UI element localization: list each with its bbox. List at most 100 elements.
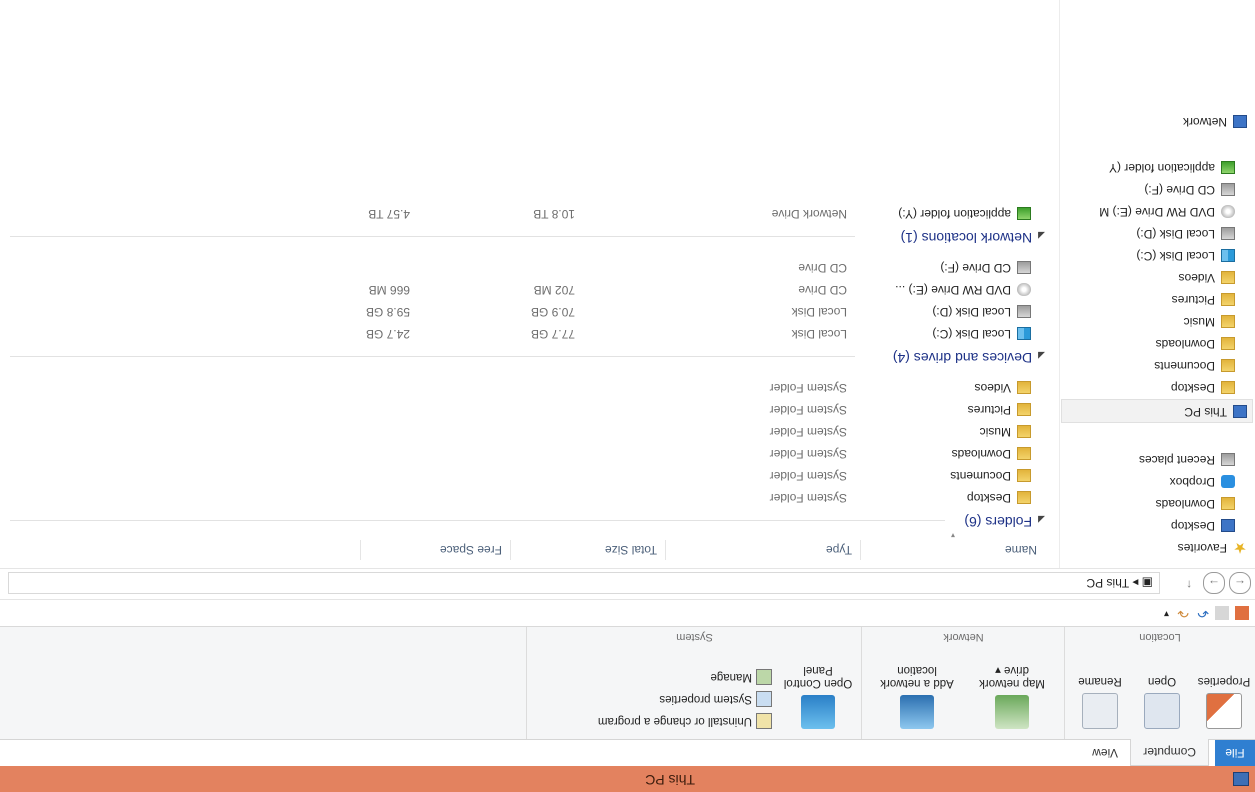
music-folder-icon	[1017, 424, 1031, 438]
rename-icon	[1082, 693, 1118, 729]
nav-fav-desktop[interactable]: Desktop	[1171, 516, 1235, 536]
nav-pc-local-disk-c[interactable]: Local Disk (C:)	[1136, 246, 1235, 266]
new-folder-icon[interactable]	[1215, 606, 1229, 620]
address-bar: ← → ↑ ▣ ▸ This PC	[0, 568, 1255, 599]
system-group-label: System	[676, 631, 713, 643]
location-group-label: Location	[1139, 631, 1181, 643]
up-icon[interactable]: ↑	[1179, 574, 1199, 594]
app-icon	[1233, 772, 1249, 786]
uninstall-program-button[interactable]: Uninstall or change a program	[598, 711, 772, 731]
cd-drive-icon	[1221, 182, 1235, 196]
collapse-triangle-icon: ◢	[1038, 515, 1045, 525]
nav-network[interactable]: Network	[1183, 112, 1247, 132]
nav-pc-pictures[interactable]: Pictures	[1172, 290, 1235, 310]
rename-button[interactable]: Rename	[1071, 674, 1129, 733]
list-item[interactable]: Videos System Folder	[5, 378, 1045, 398]
videos-folder-icon	[1221, 270, 1235, 284]
pictures-folder-icon	[1221, 292, 1235, 306]
tab-view[interactable]: View	[1080, 740, 1130, 766]
tab-file[interactable]: File	[1215, 740, 1255, 766]
nav-pc-downloads[interactable]: Downloads	[1156, 334, 1235, 354]
sort-arrow-icon: ▾	[950, 531, 955, 540]
properties-icon[interactable]	[1235, 606, 1249, 620]
title-bar: This PC	[0, 766, 1255, 792]
recent-places-icon	[1221, 452, 1235, 466]
programs-icon	[756, 713, 772, 730]
tab-computer[interactable]: Computer	[1130, 739, 1209, 766]
group-header-devices[interactable]: ◢Devices and drives (4)	[893, 348, 1045, 368]
manage-button[interactable]: Manage	[710, 667, 772, 687]
column-header-type[interactable]: Type	[665, 540, 860, 560]
system-properties-button[interactable]: System properties	[659, 689, 772, 709]
nav-pc-cd-drive-f[interactable]: CD Drive (F:)	[1144, 180, 1235, 200]
list-item[interactable]: Pictures System Folder	[5, 400, 1045, 420]
open-button[interactable]: Open	[1133, 674, 1191, 733]
network-icon	[1233, 114, 1247, 128]
column-header-name[interactable]: Name	[860, 540, 1045, 560]
back-icon[interactable]: ←	[1229, 572, 1251, 594]
nav-favorites[interactable]: ★Favorites	[1178, 538, 1247, 558]
computer-icon: ▣	[1141, 576, 1153, 590]
column-header-free-space[interactable]: Free Space	[360, 540, 510, 560]
system-group: Open Control Panel Uninstall or change a…	[526, 627, 862, 739]
pictures-folder-icon	[1017, 402, 1031, 416]
add-network-location-button[interactable]: Add a network location	[869, 663, 965, 733]
nav-pc-desktop[interactable]: Desktop	[1171, 378, 1235, 398]
manage-icon	[756, 669, 772, 686]
nav-pc-application-folder-y[interactable]: application folder (Y	[1109, 158, 1235, 178]
network-group-label: Network	[943, 631, 984, 643]
desktop-icon	[1221, 518, 1235, 532]
group-divider	[10, 520, 945, 521]
breadcrumb[interactable]: ▣ ▸ This PC	[8, 572, 1160, 594]
explorer-window: This PC File Computer View Properties Op…	[0, 0, 1255, 792]
group-header-folders[interactable]: ◢Folders (6)	[964, 512, 1045, 532]
hard-drive-icon	[1017, 304, 1031, 318]
table-row[interactable]: DVD RW Drive (E:) ... CD Drive 702 MB 66…	[5, 280, 1045, 300]
dropbox-icon	[1221, 474, 1235, 488]
table-row[interactable]: CD Drive (F:) CD Drive	[5, 258, 1045, 278]
window-title: This PC	[645, 772, 695, 788]
windows-drive-icon	[1221, 248, 1235, 262]
table-row[interactable]: Local Disk (C:) Local Disk 77.7 GB 24.7 …	[5, 324, 1045, 344]
customize-toolbar-icon[interactable]: ▾	[1155, 606, 1169, 620]
ribbon-tabs: File Computer View	[0, 739, 1255, 766]
windows-drive-icon	[1017, 326, 1031, 340]
dvd-drive-icon	[1017, 282, 1031, 296]
ribbon: Properties Open Rename Location Map netw…	[0, 626, 1255, 739]
column-header-total-size[interactable]: Total Size	[510, 540, 665, 560]
system-properties-icon	[756, 691, 772, 708]
group-header-network[interactable]: ◢Network locations (1)	[901, 228, 1045, 248]
desktop-folder-icon	[1221, 380, 1235, 394]
nav-pc-videos[interactable]: Videos	[1179, 268, 1235, 288]
list-item[interactable]: Music System Folder	[5, 422, 1045, 442]
table-row[interactable]: application folder (Y:) Network Drive 10…	[5, 204, 1045, 224]
nav-this-pc[interactable]: This PC	[1184, 402, 1247, 422]
map-drive-icon	[995, 695, 1029, 729]
downloads-folder-icon	[1017, 446, 1031, 460]
properties-button[interactable]: Properties	[1195, 674, 1253, 733]
nav-fav-downloads[interactable]: Downloads	[1156, 494, 1235, 514]
quick-access-toolbar: ↶ ↷ ▾	[0, 599, 1255, 626]
nav-fav-recent-places[interactable]: Recent places	[1139, 450, 1235, 470]
open-control-panel-button[interactable]: Open Control Panel	[780, 663, 856, 733]
nav-pc-music[interactable]: Music	[1184, 312, 1235, 332]
nav-pc-dvd-rw-drive-e[interactable]: DVD RW Drive (E:) M	[1099, 202, 1235, 222]
map-network-drive-button[interactable]: Map network drive ▾	[967, 663, 1057, 733]
table-row[interactable]: Local Disk (D:) Local Disk 70.9 GB 59.8 …	[5, 302, 1045, 322]
undo-icon[interactable]: ↶	[1195, 605, 1209, 621]
nav-pc-documents[interactable]: Documents	[1154, 356, 1235, 376]
redo-icon[interactable]: ↷	[1175, 605, 1189, 621]
dvd-drive-icon	[1221, 204, 1235, 218]
control-panel-icon	[801, 695, 835, 729]
star-icon: ★	[1233, 538, 1247, 556]
videos-folder-icon	[1017, 380, 1031, 394]
forward-icon[interactable]: →	[1203, 572, 1225, 594]
nav-pc-local-disk-d[interactable]: Local Disk (D:)	[1136, 224, 1235, 244]
list-item[interactable]: Documents System Folder	[5, 466, 1045, 486]
breadcrumb-this-pc[interactable]: This PC	[1086, 576, 1129, 590]
nav-fav-dropbox[interactable]: Dropbox	[1170, 472, 1235, 492]
list-item[interactable]: Downloads System Folder	[5, 444, 1045, 464]
open-icon	[1144, 693, 1180, 729]
group-divider	[10, 356, 855, 357]
list-item[interactable]: Desktop System Folder	[5, 488, 1045, 508]
